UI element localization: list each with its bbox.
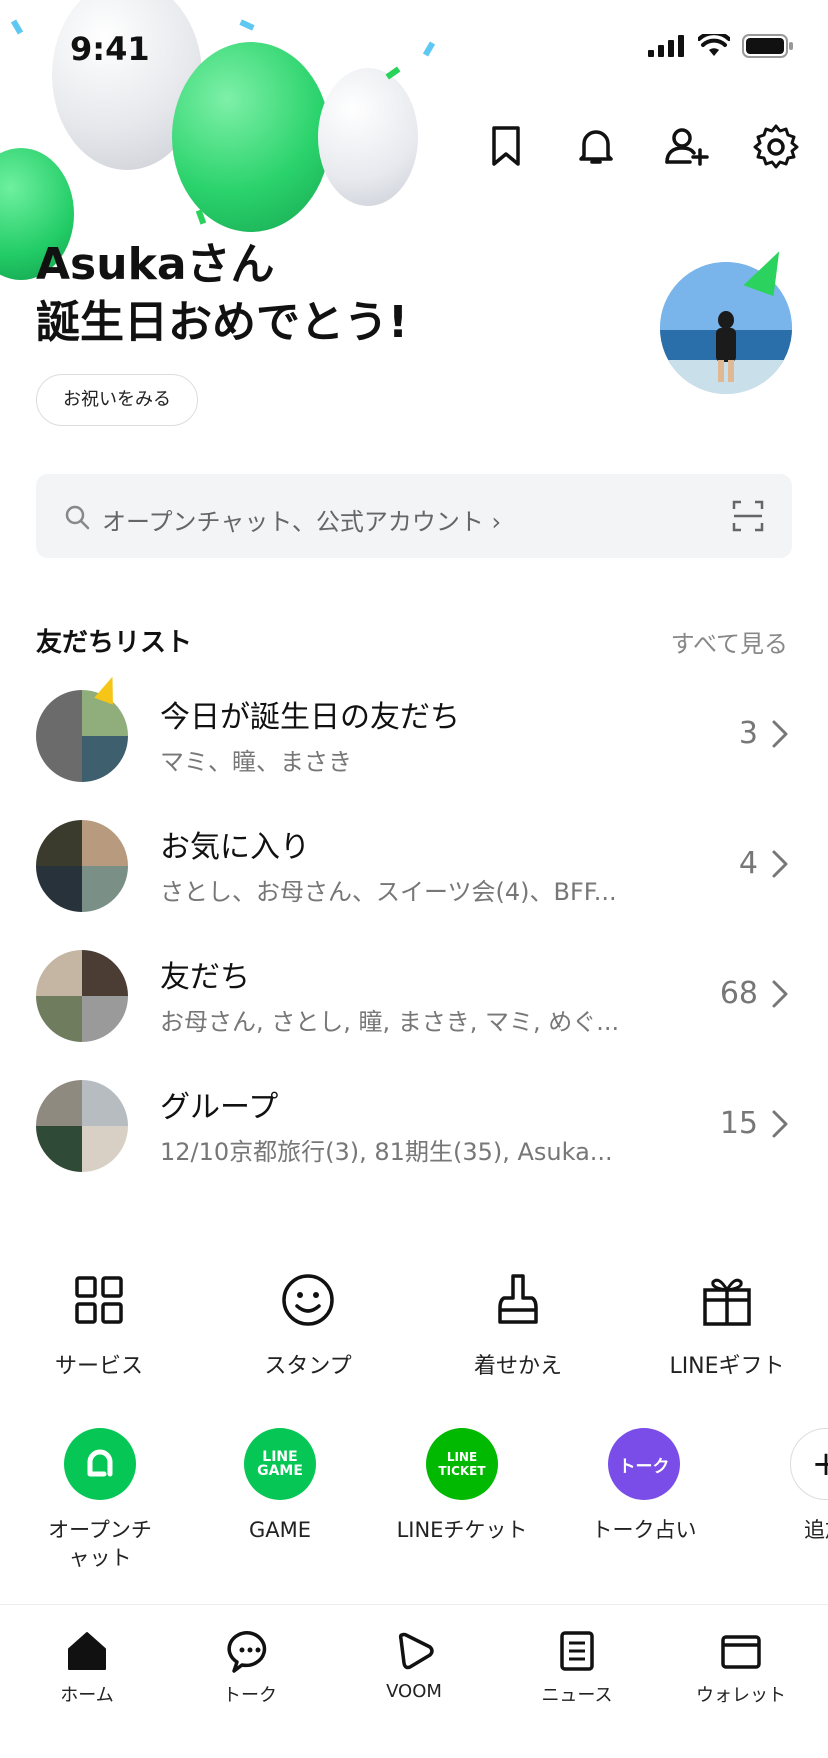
birthday-friends-avatar [36,690,128,782]
tab-label: ホーム [60,1685,114,1706]
status-time: 9:41 [70,30,150,68]
chat-icon [227,1631,267,1673]
friend-row-birthday[interactable]: 今日が誕生日の友だち マミ、瞳、まさき 3 [36,673,792,800]
row-count: 15 [719,1106,758,1141]
birthday-greeting: Asukaさん 誕生日おめでとう! [36,236,408,352]
tab-label: トーク [223,1685,277,1706]
see-all-link[interactable]: すべて見る [671,624,788,659]
bookmark-icon[interactable] [482,122,530,170]
app-label: GAME [248,1518,312,1542]
search-icon [65,505,90,530]
app-item[interactable]: オープンチャット [10,1428,190,1572]
row-title: 今日が誕生日の友だち [160,700,460,735]
row-subtitle: さとし、お母さん、スイーツ会(4)、BFF... [160,878,617,906]
app-label: オープンチャット [48,1518,152,1570]
chevron-right-icon [772,980,788,1008]
app-logo-text: トーク [618,1456,670,1477]
battery-icon [742,34,793,58]
tab-news[interactable]: ニュース [502,1627,652,1707]
service-label: LINEギフト [669,1354,785,1379]
favorites-avatar [36,820,128,912]
tab-label: ウォレット [696,1685,786,1706]
line-game-icon: LINE GAME [244,1428,316,1500]
row-title: グループ [160,1090,279,1125]
openchat-icon [64,1428,136,1500]
qr-scan-icon[interactable] [732,500,764,532]
add-icon: + [790,1428,828,1500]
search-bar[interactable]: オープンチャット、公式アカウント › [36,474,792,558]
app-item[interactable]: LINE GAME GAME [190,1428,370,1544]
row-title: お気に入り [160,830,310,865]
greeting-message: 誕生日おめでとう! [36,297,409,348]
talk-fortune-icon: トーク [608,1428,680,1500]
chevron-right-icon [772,720,788,748]
row-subtitle: 12/10京都旅行(3), 81期生(35), Asuka... [160,1138,613,1166]
app-label: LINEチケット [396,1518,528,1542]
brush-icon [498,1274,538,1324]
friend-row-favorites[interactable]: お気に入り さとし、お母さん、スイーツ会(4)、BFF... 4 [36,820,792,930]
chevron-right-icon [772,850,788,878]
bell-icon[interactable] [572,122,620,170]
row-subtitle: お母さん, さとし, 瞳, まさき, マミ, めぐ... [160,1008,620,1036]
friend-row-groups[interactable]: グループ 12/10京都旅行(3), 81期生(35), Asuka... 15 [36,1080,792,1190]
service-item[interactable]: スタンプ [218,1270,398,1380]
service-item[interactable]: サービス [9,1270,189,1380]
tab-talk[interactable]: トーク [175,1627,325,1707]
voom-icon [398,1632,434,1670]
signal-icon [648,35,684,57]
gift-icon [703,1278,751,1326]
row-subtitle: マミ、瞳、まさき [160,748,352,776]
app-item[interactable]: トーク トーク占い [554,1428,734,1544]
tab-home[interactable]: ホーム [12,1627,162,1707]
profile-avatar[interactable] [660,243,792,394]
add-friend-icon[interactable] [662,122,710,170]
service-label: サービス [54,1354,143,1379]
status-icons [648,34,794,58]
news-icon [560,1631,594,1671]
chevron-right-icon [772,1110,788,1138]
wifi-icon [698,34,730,56]
wallet-icon [721,1635,761,1669]
row-title: 友だち [160,960,250,995]
friend-row-friends[interactable]: 友だち お母さん, さとし, 瞳, まさき, マミ, めぐ... 68 [36,950,792,1060]
groups-avatar [36,1080,128,1172]
row-count: 68 [719,976,758,1011]
status-bar: 9:41 [0,0,828,100]
app-logo-text: LINE GAME [257,1449,303,1479]
header-actions [482,122,800,170]
gear-icon[interactable] [752,122,800,170]
service-item[interactable]: 着せかえ [428,1270,608,1380]
row-count: 4 [738,846,758,881]
apps-row: オープンチャット LINE GAME GAME LINE TICKET LINE… [0,1428,828,1588]
app-item[interactable]: LINE TICKET LINEチケット [372,1428,552,1544]
app-logo-text: LINE TICKET [438,1450,486,1478]
friends-avatar [36,950,128,1042]
services-row: サービス スタンプ 着せかえ LINEギフト [0,1270,828,1390]
view-celebration-button[interactable]: お祝いをみる [36,374,198,426]
service-label: 着せかえ [473,1354,562,1379]
search-placeholder: オープンチャット、公式アカウント › [102,508,502,536]
friends-list-title: 友だちリスト [36,628,193,658]
tab-voom[interactable]: VOOM [339,1627,489,1702]
tab-label: ニュース [541,1685,613,1706]
smiley-icon [282,1274,334,1326]
tab-wallet[interactable]: ウォレット [666,1627,816,1707]
app-label: 追加 [804,1518,828,1542]
app-item[interactable]: + 追加 [738,1428,828,1544]
service-item[interactable]: LINEギフト [637,1270,817,1380]
bottom-tab-bar: ホーム トーク VOOM ニュース ウォレット [0,1604,828,1758]
greeting-name: Asukaさん [36,239,275,290]
tab-label: VOOM [386,1681,442,1702]
line-ticket-icon: LINE TICKET [426,1428,498,1500]
row-count: 3 [738,716,758,751]
grid-icon [75,1276,123,1324]
home-icon [68,1632,106,1670]
app-label: トーク占い [591,1518,697,1542]
service-label: スタンプ [264,1354,352,1379]
